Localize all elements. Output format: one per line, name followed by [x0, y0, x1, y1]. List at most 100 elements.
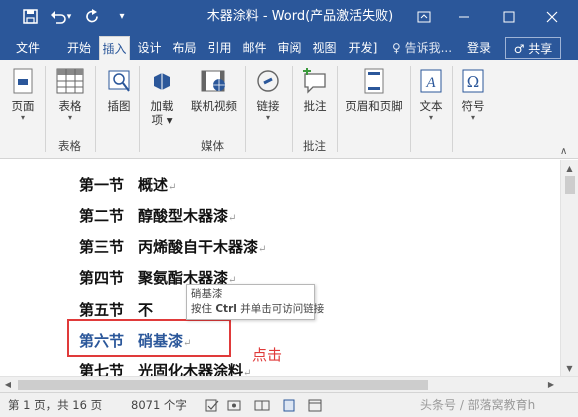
group-label-comments: 批注	[303, 139, 326, 153]
scroll-thumb[interactable]	[18, 380, 428, 390]
share-button[interactable]: ♂ 共享	[505, 37, 561, 59]
comment-button[interactable]: 批注	[297, 66, 333, 113]
list-item: 第三节 丙烯酸自干木器漆↵	[79, 236, 266, 258]
addins-label-suffix: 项	[151, 113, 164, 127]
text-label: 文本	[419, 99, 443, 113]
collapse-ribbon-button[interactable]: ∧	[560, 146, 567, 157]
chevron-down-icon: ▾	[428, 113, 433, 122]
macro-record-icon[interactable]	[226, 398, 242, 413]
login-link[interactable]: 登录	[467, 36, 491, 60]
print-layout-icon[interactable]	[281, 398, 297, 413]
tooltip-title: 硝基漆	[191, 288, 223, 300]
online-video-label: 联机视频	[191, 99, 237, 113]
symbols-button[interactable]: Ω 符号 ▾	[456, 66, 490, 123]
text-icon: A	[416, 66, 446, 96]
separator	[410, 66, 411, 152]
paragraph-mark: ↵	[258, 244, 267, 255]
svg-text:Ω: Ω	[467, 73, 479, 91]
watermark-text: 头条号 / 部落窝教育h	[420, 398, 536, 412]
table-icon	[55, 66, 85, 96]
section-title: 不	[138, 301, 154, 319]
tab-developer[interactable]: 开发]	[344, 36, 382, 60]
proofing-icon[interactable]	[204, 398, 220, 413]
page-count[interactable]: 第 1 页，共 16 页	[8, 393, 102, 417]
redo-button[interactable]	[80, 0, 104, 33]
tooltip-hint: 按住 Ctrl 并单击可访问链接	[191, 302, 324, 317]
header-footer-button[interactable]: 页眉和页脚	[342, 66, 406, 113]
tab-mailings[interactable]: 邮件	[239, 36, 270, 60]
section-number: 第四节	[79, 269, 125, 287]
addins-label-2: 项 ▾	[152, 113, 173, 127]
ribbon-display-options-button[interactable]	[404, 0, 444, 33]
title-bar: ▾ ▾ 木器涂料 - Word(产品激活失败)	[0, 0, 578, 33]
tell-me-search[interactable]: ♀ 告诉我...	[392, 36, 452, 60]
tab-insert[interactable]: 插入	[99, 36, 130, 60]
tab-design[interactable]: 设计	[134, 36, 165, 60]
hyperlink-tooltip: 硝基漆 按住 Ctrl 并单击可访问链接	[186, 284, 324, 320]
horizontal-scrollbar[interactable]: ◀ ▶	[0, 376, 578, 392]
separator	[95, 66, 96, 152]
customize-qat-button[interactable]: ▾	[110, 0, 134, 33]
text-button[interactable]: A 文本 ▾	[414, 66, 448, 123]
comment-label: 批注	[303, 99, 327, 113]
document-area[interactable]: 第一节 概述↵ 第二节 醇酸型木器漆↵ 第三节 丙烯酸自干木器漆↵ 第四节 聚氨酯木器漆…	[0, 160, 578, 376]
maximize-button[interactable]	[489, 0, 529, 33]
links-button[interactable]: 链接 ▾	[250, 66, 286, 123]
section-title: 概述	[138, 176, 169, 194]
read-mode-icon[interactable]	[254, 398, 270, 413]
scroll-right-button[interactable]: ▶	[543, 377, 559, 392]
section-number: 第三节	[79, 238, 125, 256]
section-title: 丙烯酸自干木器漆	[138, 238, 259, 256]
pages-button[interactable]: 页面 ▾	[6, 66, 40, 123]
tab-references[interactable]: 引用	[204, 36, 235, 60]
section-number: 第一节	[79, 176, 125, 194]
save-button[interactable]	[18, 0, 42, 33]
list-item: 第五节不	[79, 299, 153, 321]
list-item: 第七节 光固化木器涂料↵	[79, 360, 251, 376]
minimize-button[interactable]	[444, 0, 484, 33]
list-item: 第二节 醇酸型木器漆↵	[79, 205, 236, 227]
addins-icon	[147, 66, 177, 96]
tab-layout[interactable]: 布局	[169, 36, 200, 60]
click-annotation: 点击	[252, 346, 283, 364]
section-number: 第七节	[79, 362, 125, 376]
web-layout-icon[interactable]	[307, 398, 323, 413]
status-bar: 第 1 页，共 16 页 8071 个字 头条号 / 部落窝教育h	[0, 392, 578, 417]
scroll-left-button[interactable]: ◀	[0, 377, 16, 392]
separator	[337, 66, 338, 152]
highlight-box	[67, 319, 231, 357]
scroll-thumb[interactable]	[565, 176, 575, 194]
vertical-scrollbar[interactable]: ▲ ▼	[560, 160, 578, 376]
restore-icon	[417, 11, 431, 22]
addins-label: 加载	[150, 99, 174, 113]
undo-dropdown[interactable]: ▾	[62, 0, 76, 33]
chevron-down-icon: ▾	[470, 113, 475, 122]
separator	[452, 66, 453, 152]
window-title: 木器涂料 - Word(产品激活失败)	[206, 9, 394, 24]
tab-view[interactable]: 视图	[309, 36, 340, 60]
chevron-down-icon: ▾	[166, 113, 173, 127]
scroll-down-button[interactable]: ▼	[561, 360, 578, 376]
illustrations-button[interactable]: 插图	[102, 66, 136, 113]
save-icon	[22, 9, 38, 24]
section-number: 第二节	[79, 207, 125, 225]
list-item: 第一节 概述↵	[79, 174, 176, 196]
table-label: 表格	[58, 99, 82, 113]
tab-home[interactable]: 开始	[56, 36, 102, 60]
tab-review[interactable]: 审阅	[274, 36, 305, 60]
page-icon	[8, 66, 38, 96]
chevron-down-icon: ▾	[20, 113, 25, 122]
tooltip-hint-prefix: 按住	[191, 303, 212, 315]
tab-file[interactable]: 文件	[6, 36, 50, 60]
table-button[interactable]: 表格 ▾	[52, 66, 88, 123]
tooltip-hint-suffix: 并单击可访问链接	[240, 303, 325, 315]
addins-button[interactable]: 加载 项 ▾	[144, 66, 180, 127]
online-video-button[interactable]: 联机视频	[188, 66, 240, 113]
paragraph-mark: ↵	[243, 368, 252, 376]
separator	[245, 66, 246, 152]
scroll-up-button[interactable]: ▲	[561, 160, 578, 176]
svg-text:A: A	[425, 75, 436, 91]
paragraph-mark: ↵	[168, 182, 177, 193]
close-button[interactable]	[532, 0, 572, 33]
word-count[interactable]: 8071 个字	[131, 393, 187, 417]
